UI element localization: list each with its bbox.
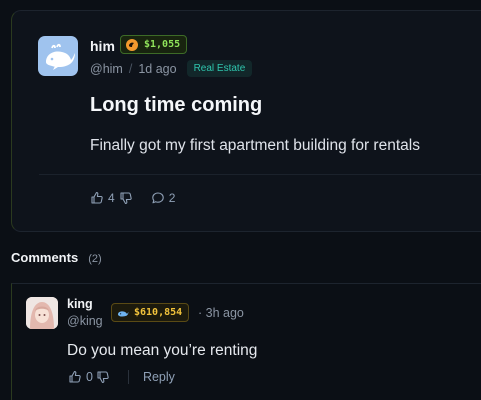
like-button[interactable]: 0 (68, 370, 93, 384)
dislike-button[interactable] (96, 370, 110, 384)
balance-badge: $610,854 (111, 303, 190, 322)
comments-header: Comments (2) (11, 250, 102, 265)
post-body: Finally got my first apartment building … (90, 137, 420, 154)
like-count: 4 (108, 191, 115, 205)
comment-item: king @king $610,854 · 3h ago Do you mean… (11, 283, 481, 400)
balance-badge: $1,055 (120, 35, 188, 54)
divider (39, 174, 481, 175)
comment-handle[interactable]: @king (67, 314, 103, 328)
like-count: 0 (86, 370, 93, 384)
author-handle[interactable]: @him (90, 62, 123, 76)
coin-icon (126, 38, 138, 51)
like-button[interactable] (90, 191, 104, 205)
post-actions: 4 2 (90, 191, 175, 205)
thumbs-up-icon (91, 191, 103, 204)
comment-actions: 0 Reply (68, 370, 175, 384)
comments-count: (2) (88, 253, 102, 265)
comment-author[interactable]: king (67, 297, 93, 311)
comments-title: Comments (11, 250, 79, 265)
balance-amount: $610,854 (134, 307, 183, 318)
avatar[interactable] (38, 36, 78, 76)
post-card: him $1,055 @him / 1d ago Real Estate Lon… (11, 10, 481, 232)
thumbs-down-icon (120, 192, 132, 205)
comment-count-button[interactable]: 2 (151, 191, 176, 205)
thumbs-up-icon (69, 370, 81, 383)
profile-picture-icon (26, 297, 58, 329)
reply-button[interactable]: Reply (143, 370, 175, 384)
whale-icon (46, 43, 75, 70)
vote-group: 4 (90, 191, 133, 205)
comment-timestamp: · 3h ago (198, 306, 244, 320)
dislike-button[interactable] (119, 191, 133, 205)
author-name[interactable]: him (90, 38, 115, 54)
post-timestamp: 1d ago (138, 61, 177, 76)
whale-icon (118, 310, 129, 317)
comment-count: 2 (168, 191, 176, 205)
category-tag[interactable]: Real Estate (186, 60, 253, 77)
comment-icon (151, 192, 164, 204)
comment-text: Do you mean you’re renting (67, 342, 258, 359)
post-title: Long time coming (90, 94, 263, 116)
meta-separator: / (128, 61, 133, 76)
balance-amount: $1,055 (144, 39, 181, 50)
author-meta: @him / 1d ago Real Estate (90, 60, 253, 77)
divider (127, 370, 129, 384)
avatar[interactable] (26, 297, 58, 329)
thumbs-down-icon (97, 371, 109, 384)
